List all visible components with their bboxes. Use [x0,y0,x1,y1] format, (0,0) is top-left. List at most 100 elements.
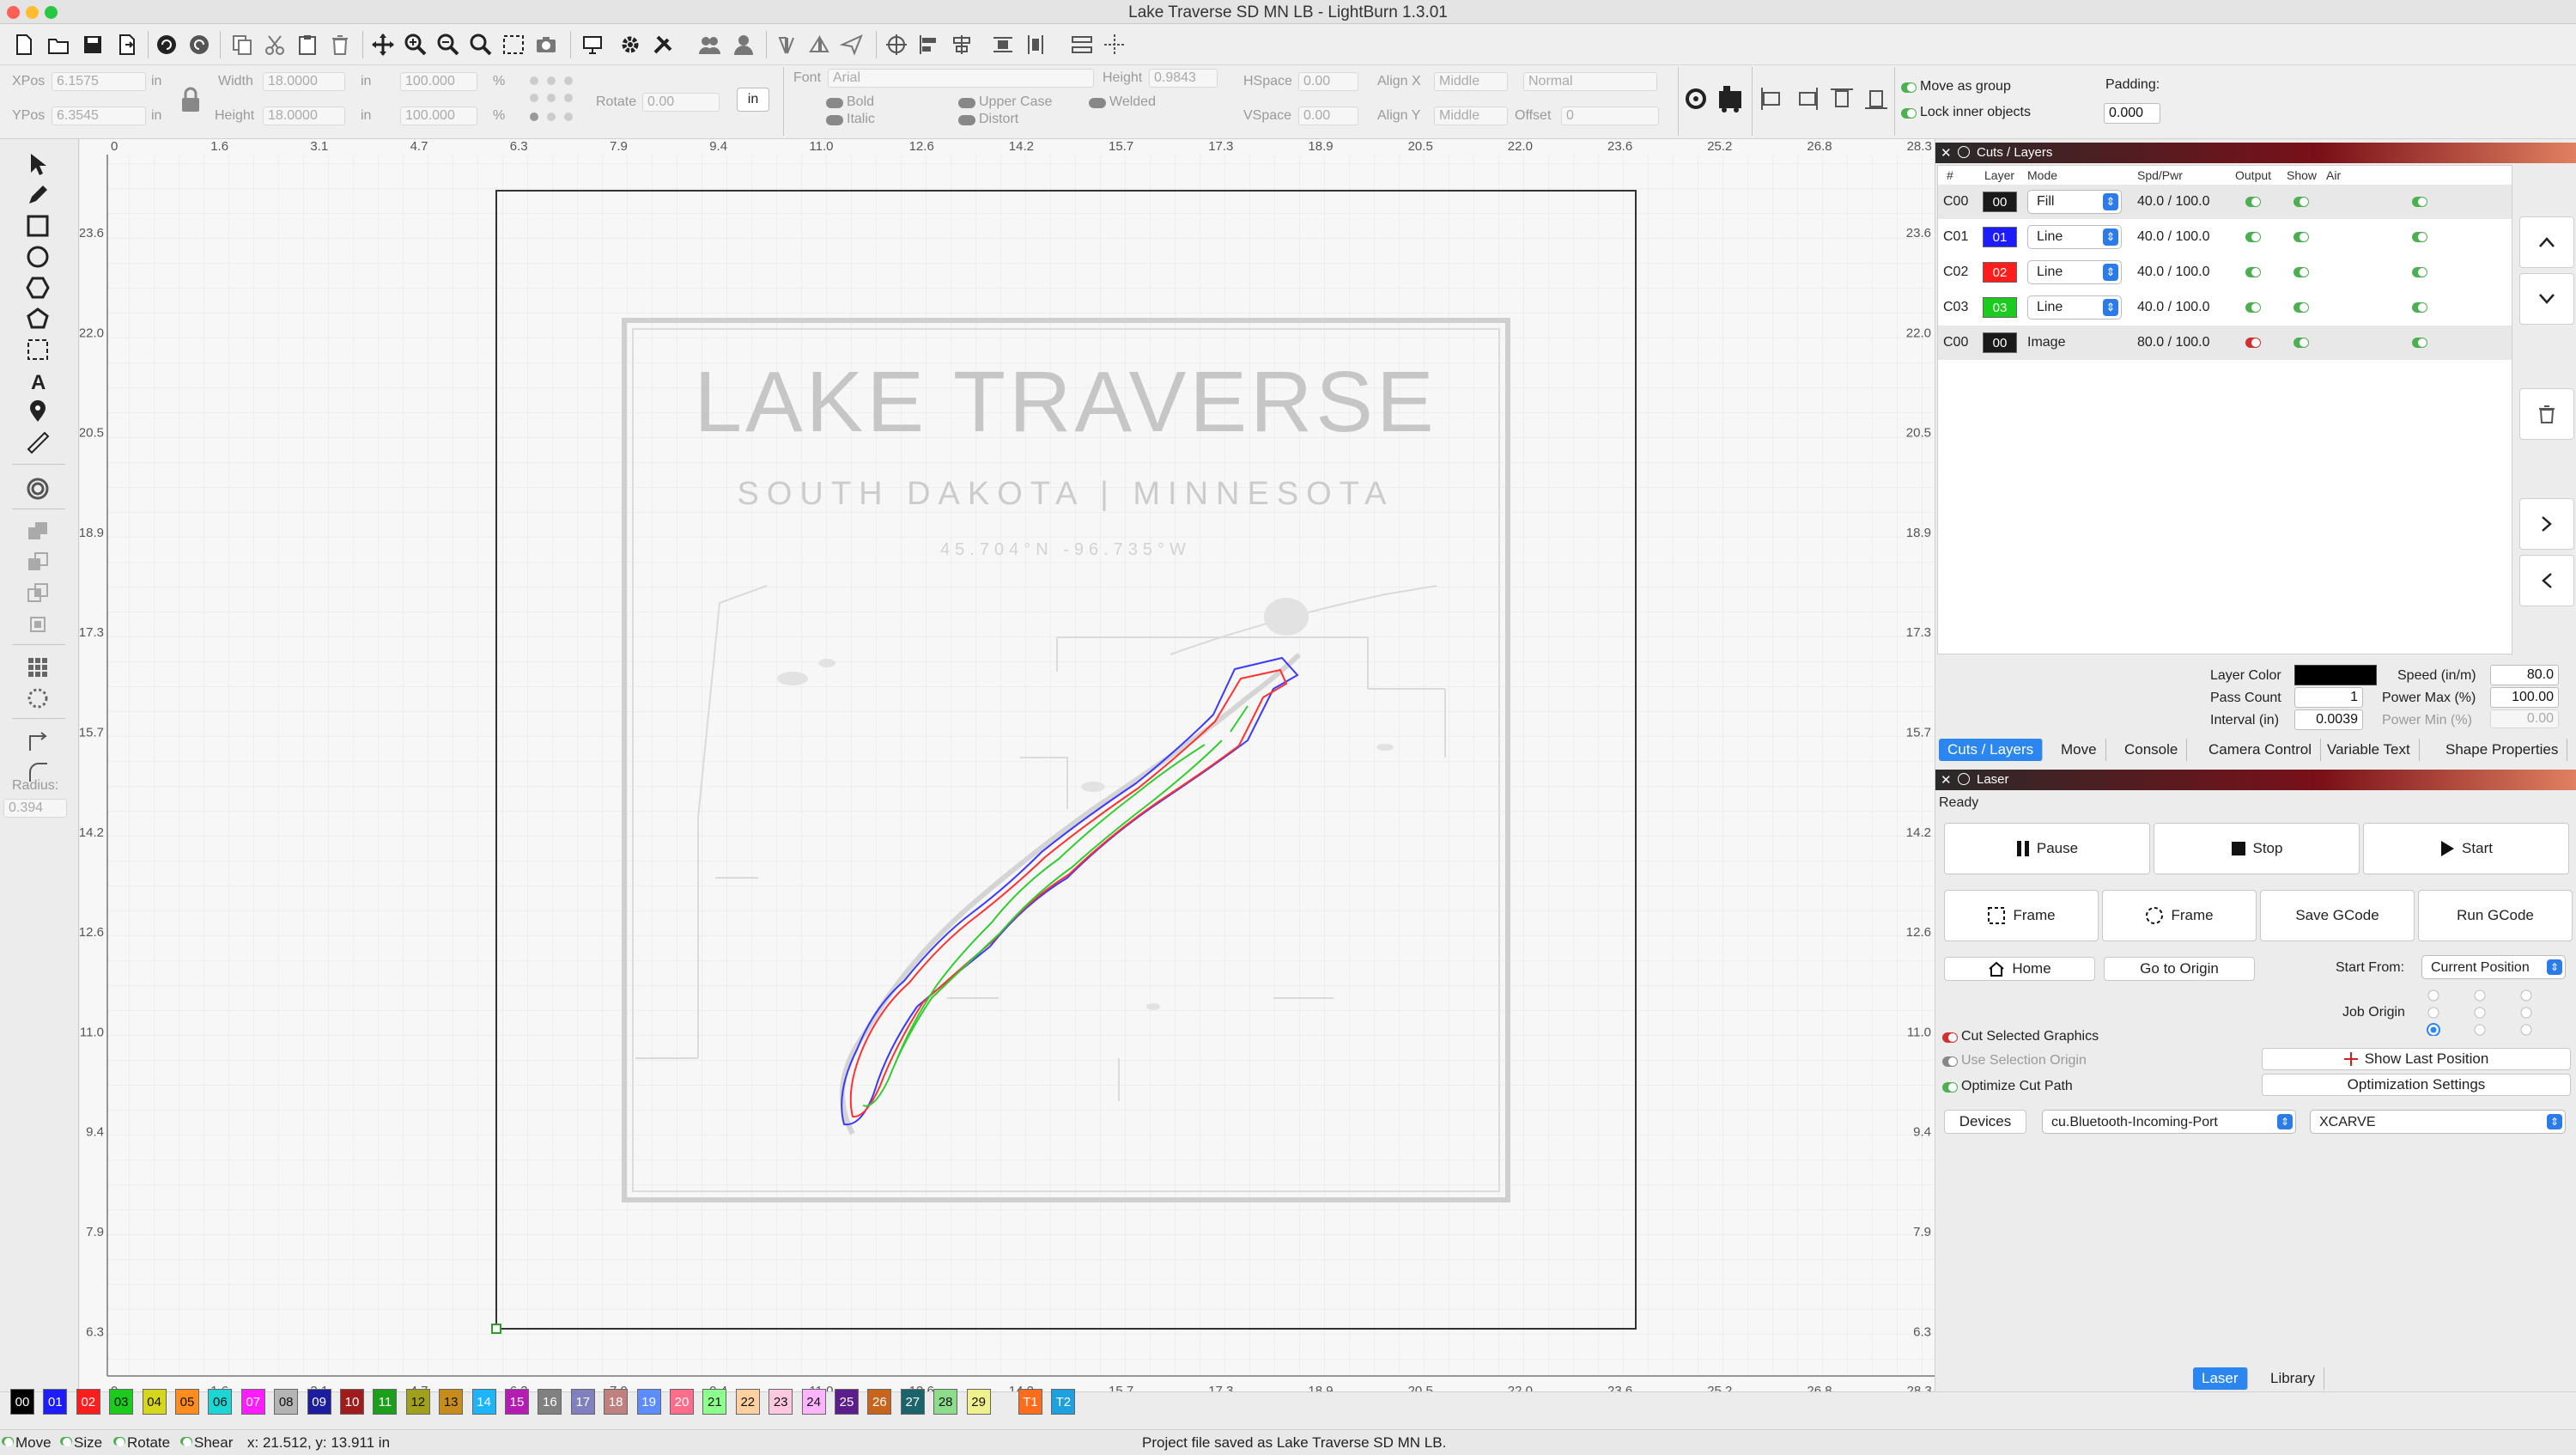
paste-icon[interactable] [292,29,323,60]
boolean-intersect-icon[interactable] [21,579,55,608]
palette-color-06[interactable]: 06 [208,1389,233,1415]
radius-field[interactable]: 0.394 [3,799,67,818]
layer-mode-select[interactable]: Line [2027,225,2122,249]
palette-color-T2[interactable]: T2 [1051,1389,1076,1415]
palette-color-18[interactable]: 18 [604,1389,629,1415]
origin-selector-grid[interactable] [526,74,577,125]
machine-select[interactable]: XCARVE [2310,1110,2566,1134]
path-tool-icon[interactable] [1683,86,1709,112]
aligny-select[interactable]: Middle [1434,107,1508,125]
users-group-icon[interactable] [694,29,725,60]
use-selection-origin-toggle[interactable] [1942,1056,1958,1067]
zoom-out-icon[interactable] [433,29,464,60]
speed-field[interactable]: 80.0 [2490,665,2559,685]
select-arrow-icon[interactable] [21,149,55,179]
move-mode-toggle[interactable] [2,1437,14,1446]
user-icon[interactable] [728,29,759,60]
hspace-field[interactable]: 0.00 [1298,72,1358,91]
layer-color-swatch[interactable] [2294,665,2377,685]
distort-toggle[interactable] [958,115,975,125]
pentagon-tool-icon[interactable] [21,304,55,333]
edit-nodes-icon[interactable] [21,335,55,364]
palette-color-26[interactable]: 26 [867,1389,892,1415]
weld-shapes-icon[interactable] [21,610,55,639]
new-file-icon[interactable] [9,29,39,60]
home-button[interactable]: Home [1944,957,2095,981]
align-bottom-edges-icon[interactable] [1863,86,1889,112]
palette-color-25[interactable]: 25 [835,1389,859,1415]
interval-field[interactable]: 0.0039 [2294,709,2363,730]
font-height-field[interactable]: 0.9843 [1149,69,1218,88]
layer-output-toggle[interactable] [2245,197,2261,207]
palette-color-24[interactable]: 24 [801,1389,826,1415]
crosshair-origin-icon[interactable] [881,29,912,60]
layer-show-toggle[interactable] [2293,232,2309,242]
start-button[interactable]: Start [2363,823,2569,874]
layer-air-toggle[interactable] [2412,302,2427,313]
palette-color-15[interactable]: 15 [505,1389,529,1415]
tab-move[interactable]: Move [2052,739,2106,761]
palette-color-03[interactable]: 03 [109,1389,134,1415]
layer-output-toggle[interactable] [2245,232,2261,242]
frame-circle-button[interactable]: Frame [2102,890,2257,941]
ungroup-icon[interactable] [1099,29,1130,60]
undo-icon[interactable] [151,29,182,60]
zoom-fit-icon[interactable] [465,29,496,60]
palette-color-01[interactable]: 01 [43,1389,68,1415]
boolean-union-icon[interactable] [21,517,55,546]
tab-shape-properties[interactable]: Shape Properties [2437,739,2568,761]
open-folder-icon[interactable] [43,29,74,60]
pen-draw-icon[interactable] [21,180,55,210]
layer-output-toggle[interactable] [2245,338,2261,348]
distribute-icon[interactable] [987,29,1018,60]
palette-color-00[interactable]: 00 [10,1389,34,1415]
move-as-group-toggle[interactable] [1901,82,1917,93]
layer-show-toggle[interactable] [2293,267,2309,277]
layer-swatch[interactable]: 00 [1983,332,2017,353]
scale-height-field[interactable]: 100.000 [400,107,477,125]
layer-row[interactable]: C02 02 Line 40.0 / 100.0 [1938,255,2512,289]
xpos-field[interactable]: 6.1575 [52,72,146,91]
palette-color-22[interactable]: 22 [735,1389,760,1415]
padding-field[interactable]: 0.000 [2104,103,2160,124]
palette-color-04[interactable]: 04 [142,1389,167,1415]
lock-inner-objects-toggle[interactable] [1901,108,1917,119]
palette-color-20[interactable]: 20 [670,1389,694,1415]
palette-color-05[interactable]: 05 [175,1389,199,1415]
machine-icon[interactable] [1716,84,1745,113]
float-panel-icon[interactable] [1958,146,1970,158]
distribute-vertical-icon[interactable] [1020,29,1051,60]
selection-origin-handle[interactable] [491,1324,501,1334]
layer-show-toggle[interactable] [2293,197,2309,207]
layer-swatch[interactable]: 02 [1983,262,2017,283]
layer-mode-select[interactable]: Line [2027,260,2122,284]
mirror-horizontal-icon[interactable] [771,29,802,60]
float-laser-panel-icon[interactable] [1958,773,1970,785]
vspace-field[interactable]: 0.00 [1298,107,1358,125]
lock-ratio-icon[interactable] [180,86,201,113]
palette-color-T1[interactable]: T1 [1018,1389,1042,1415]
optimize-cut-path-toggle[interactable] [1942,1082,1958,1093]
font-select[interactable]: Arial [828,69,1094,88]
pass-count-field[interactable]: 1 [2294,687,2363,708]
circular-array-icon[interactable] [21,684,55,713]
save-icon[interactable] [77,29,108,60]
rotate-mode-toggle[interactable] [113,1437,125,1446]
position-marker-icon[interactable] [21,397,55,426]
layer-air-toggle[interactable] [2412,197,2427,207]
mirror-vertical-icon[interactable] [804,29,835,60]
align-left-edges-icon[interactable] [1759,86,1784,112]
palette-color-28[interactable]: 28 [933,1389,958,1415]
bottom-tab-library[interactable]: Library [2262,1367,2324,1390]
cut-selected-toggle[interactable] [1942,1032,1958,1043]
close-laser-panel-icon[interactable]: ✕ [1941,772,1954,788]
go-to-origin-button[interactable]: Go to Origin [2104,957,2255,981]
layer-mode-select[interactable]: Line [2027,295,2122,320]
bottom-tab-laser[interactable]: Laser [2193,1367,2248,1390]
shear-mode-toggle[interactable] [180,1437,192,1446]
welded-toggle[interactable] [1089,98,1106,108]
zoom-selection-icon[interactable] [498,29,529,60]
copy-icon[interactable] [227,29,258,60]
size-mode-toggle[interactable] [60,1437,72,1446]
stop-button[interactable]: Stop [2154,823,2360,874]
